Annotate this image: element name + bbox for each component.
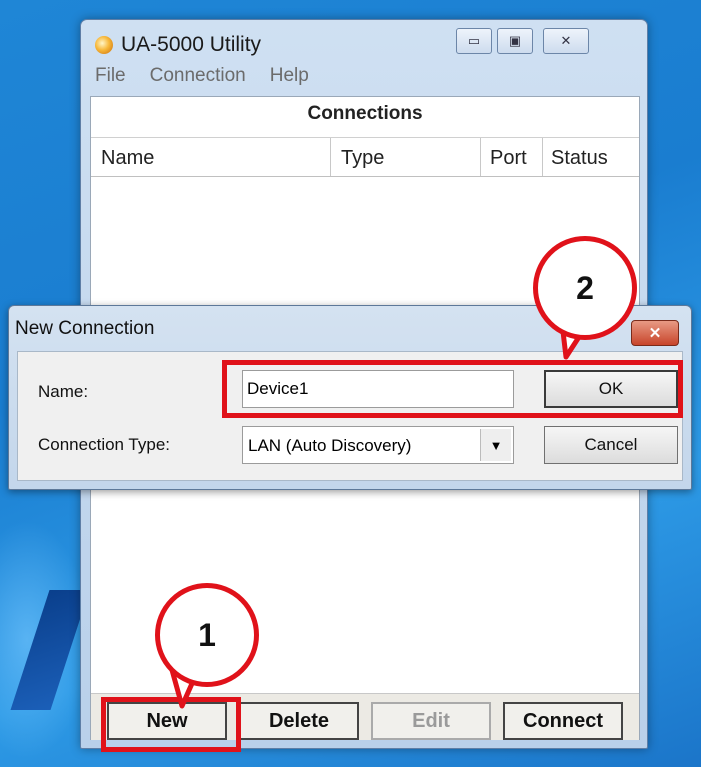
minimize-button[interactable]: ▭	[456, 28, 492, 54]
highlight-name-and-ok	[222, 360, 683, 418]
edit-button: Edit	[371, 702, 491, 740]
column-header-port[interactable]: Port	[481, 138, 543, 176]
dialog-close-button[interactable]: ✕	[631, 320, 679, 346]
menu-connection[interactable]: Connection	[150, 65, 246, 93]
delete-button[interactable]: Delete	[239, 702, 359, 740]
maximize-button[interactable]: ▣	[497, 28, 533, 54]
main-titlebar[interactable]: UA-5000 Utility ▭ ▣ ✕	[81, 20, 647, 64]
column-header-type[interactable]: Type	[331, 138, 481, 176]
list-header: Name Type Port Status	[91, 137, 639, 177]
column-header-status[interactable]: Status	[543, 138, 639, 176]
column-header-name[interactable]: Name	[91, 138, 331, 176]
chevron-down-icon[interactable]: ▼	[480, 429, 511, 461]
connection-type-label: Connection Type:	[38, 435, 170, 454]
connections-heading: Connections	[307, 103, 423, 124]
name-label: Name:	[38, 382, 89, 401]
app-icon	[95, 36, 113, 54]
dialog-title: New Connection	[15, 318, 155, 339]
cancel-button[interactable]: Cancel	[544, 426, 678, 464]
menu-file[interactable]: File	[95, 65, 126, 93]
connect-button[interactable]: Connect	[503, 702, 623, 740]
menu-bar: File Connection Help	[95, 65, 309, 93]
callout-step-2: 2	[533, 236, 637, 340]
callout-step-1: 1	[155, 583, 259, 687]
connection-type-select[interactable]: LAN (Auto Discovery) ▼	[242, 426, 514, 464]
close-button[interactable]: ✕	[543, 28, 589, 54]
connection-type-value: LAN (Auto Discovery)	[248, 436, 412, 455]
window-title: UA-5000 Utility	[121, 33, 262, 56]
menu-help[interactable]: Help	[270, 65, 309, 93]
